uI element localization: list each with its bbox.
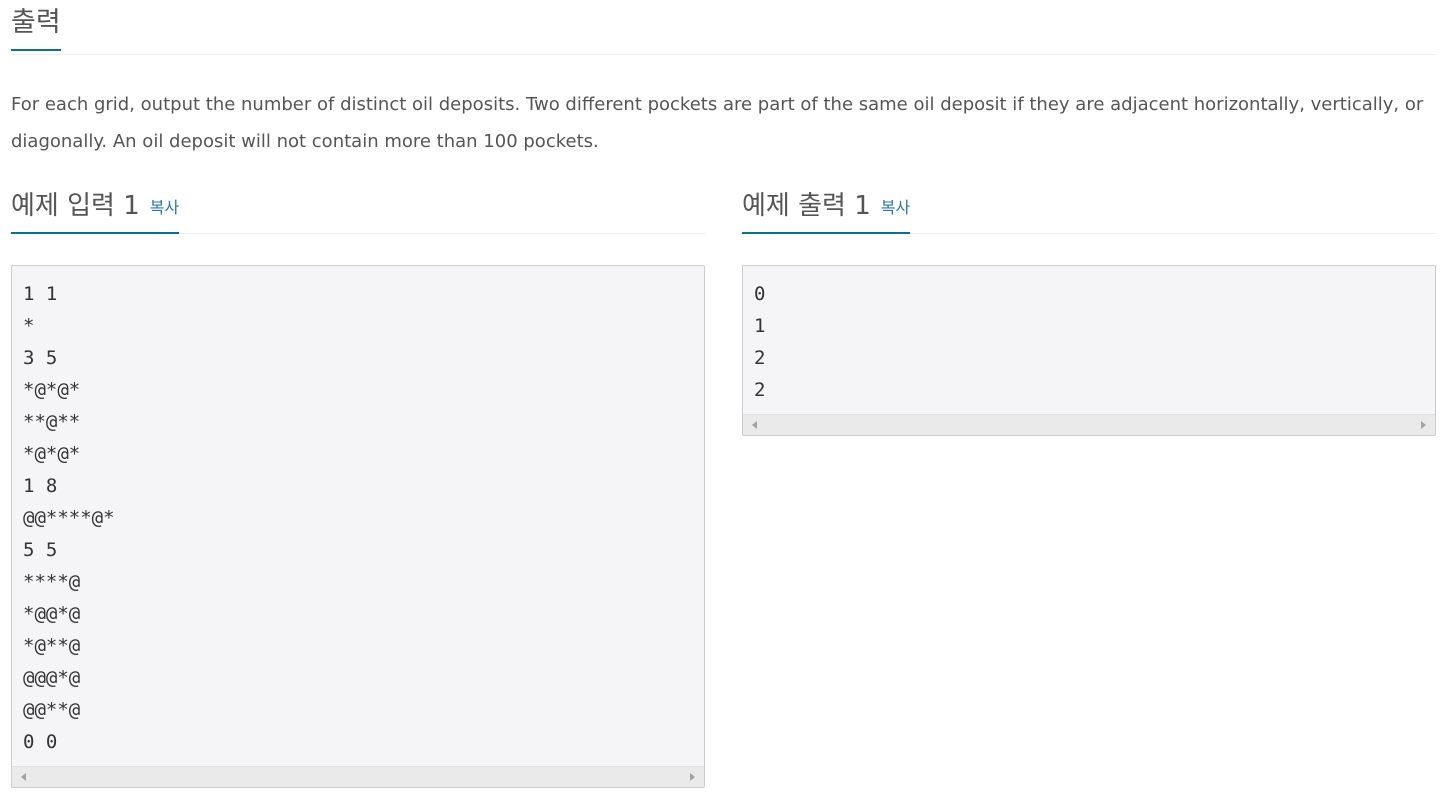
sample-input-panel: 예제 입력 1 복사 1 1 * 3 5 *@*@* **@** *@*@* 1…: [11, 183, 705, 788]
scroll-right-arrow-icon[interactable]: [1421, 421, 1426, 429]
scroll-left-arrow-icon[interactable]: [752, 421, 757, 429]
sample-input-title: 예제 입력 1: [11, 191, 140, 221]
sample-input-code-box[interactable]: 1 1 * 3 5 *@*@* **@** *@*@* 1 8 @@****@*…: [11, 265, 705, 788]
sample-input-header: 예제 입력 1 복사: [11, 183, 705, 234]
sample-input-content: 1 1 * 3 5 *@*@* **@** *@*@* 1 8 @@****@*…: [23, 283, 115, 753]
sample-output-copy-button[interactable]: 복사: [881, 198, 910, 218]
scroll-right-arrow-icon[interactable]: [690, 773, 695, 781]
sample-output-title-group: 예제 출력 1 복사: [742, 186, 911, 234]
sample-output-code-box[interactable]: 0 1 2 2: [742, 265, 1436, 436]
sample-input-horizontal-scrollbar[interactable]: [12, 766, 704, 787]
output-section-title: 출력: [11, 6, 61, 51]
output-section-header: 출력: [11, 0, 1436, 55]
sample-output-panel: 예제 출력 1 복사 0 1 2 2: [742, 183, 1436, 436]
scroll-left-arrow-icon[interactable]: [21, 773, 26, 781]
sample-input-copy-button[interactable]: 복사: [150, 198, 179, 218]
sample-output-title: 예제 출력 1: [742, 191, 871, 221]
sample-input-title-group: 예제 입력 1 복사: [11, 186, 180, 234]
sample-output-content: 0 1 2 2: [754, 283, 766, 401]
output-description: For each grid, output the number of dist…: [11, 94, 1424, 152]
sample-output-header: 예제 출력 1 복사: [742, 183, 1436, 234]
sample-output-horizontal-scrollbar[interactable]: [743, 414, 1435, 435]
